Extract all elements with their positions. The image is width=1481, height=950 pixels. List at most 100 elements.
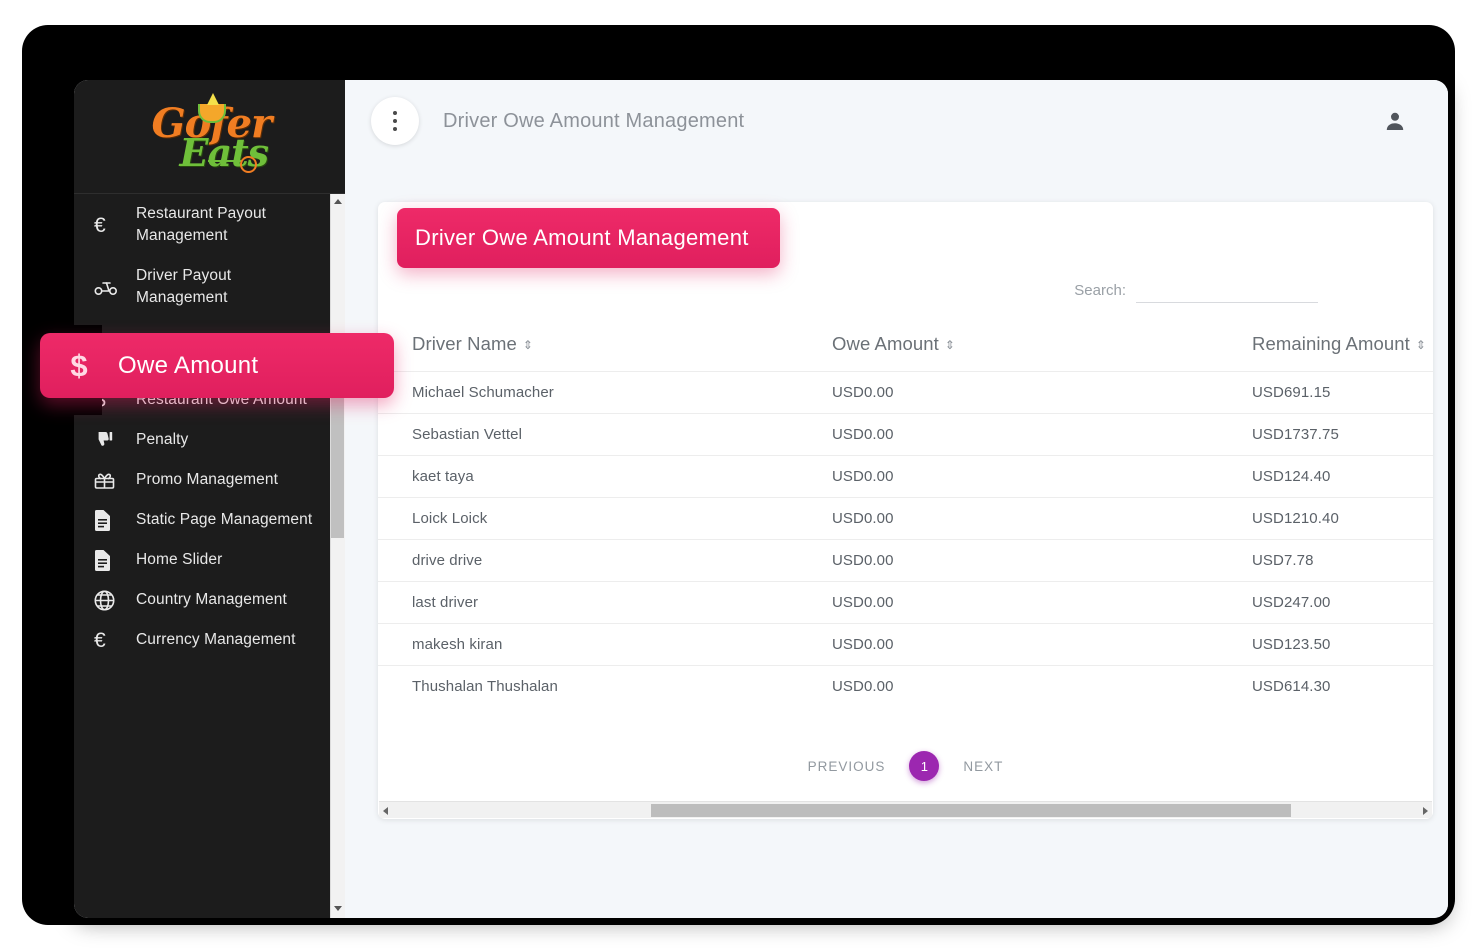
column-header-remaining-amount[interactable]: Remaining Amount ⇕ [1252, 323, 1433, 372]
cell-driver-name: Michael Schumacher [378, 371, 832, 414]
table-row[interactable]: last driver USD0.00 USD247.00 [378, 581, 1433, 624]
cell-owe-amount: USD0.00 [832, 581, 1252, 624]
driver-owe-table: Driver Name ⇕ Owe Amount ⇕ Remaining Amoun… [378, 323, 1433, 707]
sidebar-item-label: Restaurant Payout Management [136, 205, 267, 244]
sidebar-menu: € Restaurant Payout Management Driver Pa… [74, 194, 345, 918]
cell-driver-name: kaet taya [378, 455, 832, 498]
table-row[interactable]: Michael Schumacher USD0.00 USD691.15 [378, 371, 1433, 414]
table-horizontal-scrollbar-thumb[interactable] [651, 804, 1291, 817]
main-content: Driver Owe Amount Management Search: Dri… [345, 80, 1448, 918]
sidebar-item-label: Owe Amount [118, 351, 259, 379]
table-row[interactable]: drive drive USD0.00 USD7.78 [378, 539, 1433, 582]
logo-scooter-wheel-icon [239, 155, 257, 173]
pagination-next-button[interactable]: NEXT [963, 759, 1003, 774]
sidebar-item-penalty[interactable]: Penalty [74, 420, 345, 460]
sidebar-item-label: Home Slider [136, 551, 223, 568]
cell-driver-name: drive drive [378, 539, 832, 582]
table-row[interactable]: makesh kiran USD0.00 USD123.50 [378, 623, 1433, 666]
sidebar-item-static-page-management[interactable]: Static Page Management [74, 500, 345, 540]
cell-driver-name: makesh kiran [378, 623, 832, 666]
cell-owe-amount: USD0.00 [832, 413, 1252, 456]
sidebar-item-label: Promo Management [136, 471, 279, 488]
sidebar-item-label: Driver Payout Management [136, 267, 232, 306]
cell-driver-name: Thushalan Thushalan [378, 665, 832, 707]
sidebar-item-country-management[interactable]: Country Management [74, 580, 345, 620]
sidebar-item-driver-payout-management[interactable]: Driver Payout Management [74, 256, 345, 318]
user-account-icon[interactable] [1384, 110, 1406, 132]
cell-remaining-amount: USD1737.75 [1252, 413, 1433, 456]
sidebar-item-home-slider[interactable]: Home Slider [74, 540, 345, 580]
cell-remaining-amount: USD123.50 [1252, 623, 1433, 666]
sidebar-item-owe-amount-highlight[interactable]: $ Owe Amount [40, 333, 394, 398]
search-input[interactable] [1136, 279, 1318, 303]
table-card: Search: Driver Name ⇕ Owe Amount ⇕ Remai… [378, 202, 1433, 819]
scroll-down-arrow-icon[interactable] [334, 906, 342, 911]
page-title-highlight-badge: Driver Owe Amount Management [397, 208, 780, 268]
document-icon [94, 509, 136, 531]
sidebar-item-label: Currency Management [136, 631, 296, 648]
cell-owe-amount: USD0.00 [832, 371, 1252, 414]
table-horizontal-scrollbar-track[interactable] [379, 801, 1432, 818]
column-header-label: Owe Amount [832, 333, 939, 354]
page-title: Driver Owe Amount Management [443, 109, 745, 132]
cell-remaining-amount: USD7.78 [1252, 539, 1433, 582]
cell-owe-amount: USD0.00 [832, 497, 1252, 540]
column-header-label: Driver Name [412, 333, 517, 354]
table-row[interactable]: Thushalan Thushalan USD0.00 USD614.30 [378, 665, 1433, 707]
globe-icon [94, 590, 136, 611]
cell-owe-amount: USD0.00 [832, 665, 1252, 707]
sidebar-item-currency-management[interactable]: € Currency Management [74, 620, 345, 660]
sort-updown-icon: ⇕ [1415, 338, 1427, 352]
sort-updown-icon: ⇕ [522, 338, 534, 352]
cell-remaining-amount: USD247.00 [1252, 581, 1433, 624]
sidebar-item-label: Penalty [136, 431, 189, 448]
sidebar-item-label: Static Page Management [136, 511, 313, 528]
page-title-highlight-label: Driver Owe Amount Management [415, 225, 749, 250]
scroll-left-arrow-icon[interactable] [383, 807, 388, 815]
cell-remaining-amount: USD614.30 [1252, 665, 1433, 707]
topbar: Driver Owe Amount Management [345, 80, 1448, 162]
euro-icon: € [94, 213, 106, 237]
thumbs-down-icon [94, 430, 136, 450]
cell-driver-name: Sebastian Vettel [378, 413, 832, 456]
logo-bowl-icon [197, 92, 226, 123]
sort-updown-icon: ⇕ [944, 338, 956, 352]
scroll-right-arrow-icon[interactable] [1423, 807, 1428, 815]
document-icon [94, 549, 136, 571]
sidebar: Gofer Eats € Restaurant Payout Managemen… [74, 80, 345, 918]
kebab-menu-icon[interactable] [371, 97, 419, 145]
dollar-icon: $ [70, 347, 88, 383]
table-header: Driver Name ⇕ Owe Amount ⇕ Remaining Amoun… [378, 323, 1433, 372]
column-header-driver-name[interactable]: Driver Name ⇕ [378, 323, 832, 372]
cell-owe-amount: USD0.00 [832, 623, 1252, 666]
table-header-row: Driver Name ⇕ Owe Amount ⇕ Remaining Amoun… [378, 323, 1433, 372]
gift-icon [94, 471, 136, 490]
sidebar-item-restaurant-payout-management[interactable]: € Restaurant Payout Management [74, 194, 345, 256]
sidebar-logo[interactable]: Gofer Eats [74, 80, 345, 194]
cell-remaining-amount: USD691.15 [1252, 371, 1433, 414]
euro-icon: € [94, 628, 106, 652]
cell-remaining-amount: USD1210.40 [1252, 497, 1433, 540]
pagination-previous-button[interactable]: PREVIOUS [808, 759, 886, 774]
search-label: Search: [1074, 282, 1126, 299]
table-row[interactable]: kaet taya USD0.00 USD124.40 [378, 455, 1433, 498]
device-frame: Gofer Eats € Restaurant Payout Managemen… [22, 25, 1455, 925]
cell-driver-name: Loick Loick [378, 497, 832, 540]
table-body: Michael Schumacher USD0.00 USD691.15 Seb… [378, 371, 1433, 707]
app-window: Gofer Eats € Restaurant Payout Managemen… [74, 80, 1448, 918]
scroll-up-arrow-icon[interactable] [334, 199, 342, 204]
logo-scooter-bar-icon [207, 159, 242, 162]
cell-driver-name: last driver [378, 581, 832, 624]
pagination-page-1-button[interactable]: 1 [909, 751, 940, 781]
column-header-label: Remaining Amount [1252, 333, 1410, 354]
cell-owe-amount: USD0.00 [832, 455, 1252, 498]
cell-owe-amount: USD0.00 [832, 539, 1252, 582]
sidebar-item-promo-management[interactable]: Promo Management [74, 460, 345, 500]
sidebar-item-label: Country Management [136, 591, 287, 608]
sidebar-scrollbar-track[interactable] [330, 194, 345, 918]
column-header-owe-amount[interactable]: Owe Amount ⇕ [832, 323, 1252, 372]
table-row[interactable]: Sebastian Vettel USD0.00 USD1737.75 [378, 413, 1433, 456]
table-row[interactable]: Loick Loick USD0.00 USD1210.40 [378, 497, 1433, 540]
scooter-icon [94, 278, 136, 296]
cell-remaining-amount: USD124.40 [1252, 455, 1433, 498]
